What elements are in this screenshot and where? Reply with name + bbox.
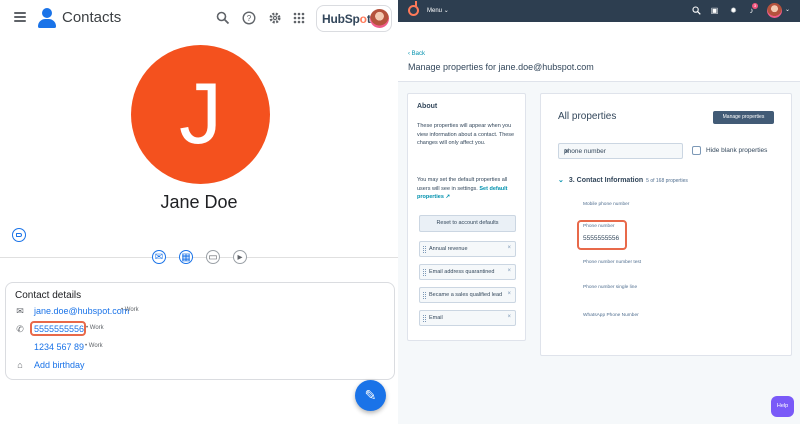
hide-blank-checkbox[interactable] <box>692 146 701 155</box>
edit-contact-button[interactable]: ✎ <box>355 380 386 411</box>
remove-icon[interactable]: × <box>507 245 511 251</box>
hubspot-sprocket-icon[interactable] <box>408 1 419 16</box>
chevron-down-icon: ⌄ <box>443 8 449 14</box>
user-avatar <box>370 9 389 28</box>
chevron-down-icon: ⌄ <box>558 177 564 184</box>
help-button[interactable]: Help <box>771 396 794 417</box>
phone-secondary-row: 1234 567 89 • Work <box>6 342 386 355</box>
phone-number-value[interactable]: 5555555556 <box>583 235 619 242</box>
notification-badge: 3 <box>752 3 758 9</box>
svg-text:?: ? <box>247 14 252 23</box>
account-chevron-icon[interactable]: ⌄ <box>783 6 792 15</box>
hide-blank-label: Hide blank properties <box>706 147 768 154</box>
actions-divider <box>0 257 398 258</box>
property-label: Phone number <box>583 224 615 229</box>
back-link[interactable]: ‹ Back <box>408 51 425 57</box>
hubspot-extension-button[interactable]: HubSpot <box>316 5 392 32</box>
gear-icon[interactable]: ✹ <box>729 6 738 15</box>
group-title: 3. Contact Information <box>568 177 644 184</box>
about-card: About These properties will appear when … <box>407 93 526 341</box>
email-type: • Work <box>121 307 139 313</box>
drag-handle-icon[interactable] <box>423 246 426 253</box>
email-action-icon[interactable]: ✉ <box>152 250 166 264</box>
calendar-action-icon[interactable]: ▦ <box>179 250 193 264</box>
external-link-icon: ↗ <box>445 194 451 201</box>
email-link[interactable]: jane.doe@hubspot.com <box>34 306 129 316</box>
selected-property-item[interactable]: Email × <box>419 310 516 326</box>
phone-secondary-link[interactable]: 1234 567 89 <box>34 342 84 352</box>
drag-handle-icon[interactable] <box>423 269 426 276</box>
contacts-logo-icon <box>38 8 56 28</box>
property-group-toggle[interactable]: ⌄ 3. Contact Information 5 of 168 properti… <box>558 176 688 184</box>
group-count: 5 of 168 properties <box>646 178 688 184</box>
menu-dropdown[interactable]: Menu ⌄ <box>427 7 449 14</box>
hamburger-menu-icon[interactable] <box>14 12 26 22</box>
contacts-top-bar: Contacts ? HubSpot <box>0 0 398 36</box>
selected-property-label: Became a sales qualified lead <box>429 292 503 298</box>
help-circle-icon[interactable]: ? <box>242 11 256 25</box>
phone-primary-link[interactable]: 5555555556 <box>34 324 84 334</box>
hubspot-pane: Menu ⌄ ▣ ✹ ♪ 3 ⌄ ‹ Back Manage propertie… <box>398 0 800 424</box>
label-icon[interactable] <box>12 228 26 242</box>
email-icon: ✉ <box>16 306 24 316</box>
property-label: Phone number single line <box>583 285 638 290</box>
remove-icon[interactable]: × <box>507 268 511 274</box>
add-birthday-link[interactable]: Add birthday <box>34 360 85 370</box>
marketplace-icon[interactable]: ▣ <box>710 6 719 15</box>
clear-search-icon[interactable]: × <box>564 146 676 156</box>
selected-property-label: Annual revenue <box>429 246 468 252</box>
hubspot-top-nav: Menu ⌄ ▣ ✹ ♪ 3 ⌄ <box>398 0 800 22</box>
drag-handle-icon[interactable] <box>423 315 426 322</box>
page-title: Manage properties for jane.doe@hubspot.c… <box>408 62 594 72</box>
phone-primary-type: • Work <box>86 325 104 331</box>
selected-property-label: Email address quarantined <box>429 269 495 275</box>
selected-property-item[interactable]: Annual revenue × <box>419 241 516 257</box>
all-properties-title: All properties <box>558 111 617 122</box>
email-row: ✉ jane.doe@hubspot.com • Work <box>6 306 386 319</box>
phone-row: ✆ 5555555556 • Work <box>6 321 386 337</box>
property-label: WhatsApp Phone Number <box>583 313 639 318</box>
page-header: ‹ Back Manage properties for jane.doe@hu… <box>398 22 800 82</box>
account-avatar[interactable] <box>767 3 782 18</box>
remove-icon[interactable]: × <box>507 291 511 297</box>
contact-details-heading: Contact details <box>15 290 82 301</box>
search-icon[interactable] <box>216 11 230 25</box>
menu-label: Menu <box>427 8 443 14</box>
contact-details-card: Contact details ✉ jane.doe@hubspot.com •… <box>5 282 395 380</box>
video-action-icon[interactable]: ▸ <box>233 250 247 264</box>
apps-grid-icon[interactable] <box>292 11 306 25</box>
google-contacts-pane: Contacts ? HubSpot J Jane Doe ✉ ▦ ▭ ▸ Co… <box>0 0 398 424</box>
manage-properties-button[interactable]: Manage properties <box>713 111 774 124</box>
search-icon[interactable] <box>692 6 701 15</box>
about-title: About <box>417 103 438 110</box>
selected-property-label: Email <box>429 315 443 321</box>
property-label: Mobile phone number <box>583 202 630 207</box>
drag-handle-icon[interactable] <box>423 292 426 299</box>
reset-to-defaults-button[interactable]: Reset to account defaults <box>419 215 516 232</box>
phone-secondary-type: • Work <box>85 343 103 349</box>
hubspot-logo-text: HubSpot <box>322 12 371 26</box>
gear-icon[interactable] <box>268 11 282 25</box>
property-label: Phone number number test <box>583 260 642 265</box>
pencil-icon: ✎ <box>364 387 377 403</box>
contact-avatar: J <box>131 45 270 184</box>
selected-property-item[interactable]: Email address quarantined × <box>419 264 516 280</box>
all-properties-card: All properties Manage properties phone n… <box>540 93 792 356</box>
phone-icon: ✆ <box>16 324 24 334</box>
about-settings-note: You may set the default properties all u… <box>417 176 520 202</box>
chat-action-icon[interactable]: ▭ <box>206 250 220 264</box>
birthday-row: ⌂ Add birthday <box>6 360 386 373</box>
contact-name: Jane Doe <box>160 192 238 212</box>
remove-icon[interactable]: × <box>507 314 511 320</box>
app-title: Contacts <box>62 9 122 26</box>
cake-icon: ⌂ <box>17 360 23 370</box>
back-label: Back <box>411 51 426 57</box>
property-search-input[interactable]: phone number × <box>558 143 683 159</box>
about-description: These properties will appear when you vi… <box>417 123 515 147</box>
selected-property-item[interactable]: Became a sales qualified lead × <box>419 287 516 303</box>
